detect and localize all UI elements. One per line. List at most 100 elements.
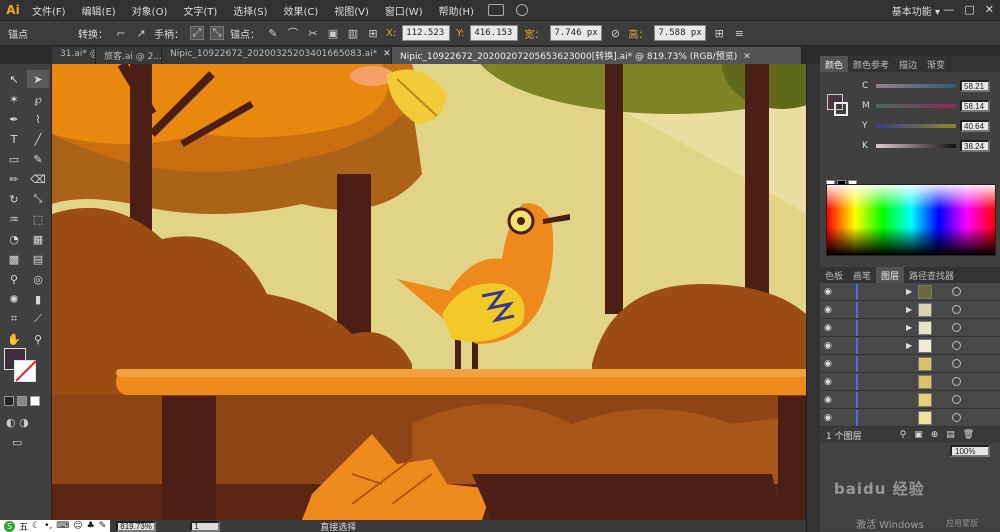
maximize-button[interactable]: □ (964, 3, 974, 16)
line-tool-icon[interactable]: ╱ (27, 130, 49, 148)
column-graph-tool-icon[interactable]: ▮ (27, 290, 49, 308)
layer-row[interactable]: ◉▶ (820, 301, 1000, 319)
slice-tool-icon[interactable]: ⟋ (27, 310, 49, 328)
width-field[interactable] (550, 25, 603, 41)
layer-target-icon[interactable] (952, 395, 962, 404)
convert-smooth-icon[interactable]: ↗ (134, 26, 148, 40)
perspective-grid-tool-icon[interactable]: ▦ (27, 230, 49, 248)
shape-builder-tool-icon[interactable]: ◔ (3, 230, 25, 248)
visibility-eye-icon[interactable]: ◉ (820, 323, 836, 333)
hide-handles-icon[interactable]: ⤡ (210, 26, 224, 40)
arrange-documents-icon[interactable] (487, 4, 504, 16)
artboard-number-field[interactable] (190, 520, 221, 532)
gradient-mode-icon[interactable] (17, 396, 27, 406)
color-mode-icon[interactable] (4, 396, 14, 406)
ime-shirt-icon[interactable]: ♣ (87, 521, 95, 531)
menu-select[interactable]: 选择(S) (225, 3, 275, 18)
visibility-eye-icon[interactable]: ◉ (820, 413, 836, 423)
panel-options-icon[interactable]: ≡ (732, 26, 746, 40)
align-icon[interactable]: ▥ (346, 26, 360, 40)
height-field[interactable] (654, 25, 707, 41)
ime-keyboard-icon[interactable]: ⌨ (56, 521, 69, 531)
layer-row[interactable]: ◉▶ (820, 283, 1000, 301)
visibility-eye-icon[interactable]: ◉ (820, 305, 836, 315)
magic-wand-tool-icon[interactable]: ✶ (3, 90, 25, 108)
ime-punct-icon[interactable]: •, (44, 521, 52, 531)
menu-edit[interactable]: 编辑(E) (74, 3, 124, 18)
cut-path-icon[interactable]: ✂ (306, 26, 320, 40)
make-clipping-mask-icon[interactable]: ▣ (914, 430, 923, 440)
expand-arrow-icon[interactable]: ▶ (906, 305, 912, 314)
free-transform-tool-icon[interactable]: ⬚ (27, 210, 49, 228)
c-slider[interactable] (876, 84, 956, 88)
expand-arrow-icon[interactable]: ▶ (906, 287, 912, 296)
remove-anchor-icon[interactable]: ✎ (266, 26, 280, 40)
menu-object[interactable]: 对象(O) (124, 3, 176, 18)
layer-row[interactable]: ◉▶ (820, 319, 1000, 337)
tab-stroke[interactable]: 描边 (894, 56, 922, 72)
scale-tool-icon[interactable]: ⤡ (27, 190, 49, 208)
opacity-field[interactable] (950, 445, 990, 457)
tab-swatches[interactable]: 色板 (820, 267, 848, 283)
layer-target-icon[interactable] (952, 305, 962, 314)
c-value[interactable] (960, 80, 990, 92)
k-slider[interactable] (876, 144, 956, 148)
artboard-tool-icon[interactable]: ⌗ (3, 310, 25, 328)
menu-type[interactable]: 文字(T) (175, 3, 225, 18)
menu-help[interactable]: 帮助(H) (431, 3, 482, 18)
eraser-tool-icon[interactable]: ⌫ (27, 170, 49, 188)
new-layer-icon[interactable]: ▤ (946, 430, 955, 440)
visibility-eye-icon[interactable]: ◉ (820, 341, 836, 351)
tab-doc-3[interactable]: Nipic_10922672_20200325203401665083.ai* ✕ (162, 47, 392, 64)
layer-row[interactable]: ◉▶ (820, 337, 1000, 355)
rotate-tool-icon[interactable]: ↻ (3, 190, 25, 208)
y-slider[interactable] (876, 124, 956, 128)
tab-color-guide[interactable]: 颜色参考 (848, 56, 894, 72)
expand-arrow-icon[interactable]: ▶ (906, 323, 912, 332)
y-field[interactable] (470, 25, 519, 41)
eyedropper-tool-icon[interactable]: ⚲ (3, 270, 25, 288)
gpu-performance-icon[interactable] (515, 4, 528, 16)
visibility-eye-icon[interactable]: ◉ (820, 395, 836, 405)
menu-file[interactable]: 文件(F) (24, 3, 74, 18)
menu-window[interactable]: 窗口(W) (377, 3, 431, 18)
m-value[interactable] (960, 100, 990, 112)
blend-tool-icon[interactable]: ◎ (27, 270, 49, 288)
ime-mode[interactable]: 五 (19, 520, 28, 532)
layer-target-icon[interactable] (952, 323, 962, 332)
layer-target-icon[interactable] (952, 359, 962, 368)
tab-doc-active[interactable]: Nipic_10922672_20200207205653623000[转换].… (392, 47, 802, 64)
close-button[interactable]: ✕ (985, 3, 994, 16)
locate-object-icon[interactable]: ⚲ (900, 430, 907, 440)
layer-target-icon[interactable] (952, 377, 962, 386)
curvature-tool-icon[interactable]: ⌇ (27, 110, 49, 128)
connect-anchor-icon[interactable]: ⌒ (286, 26, 300, 40)
ime-moon-icon[interactable]: ☾ (32, 521, 40, 531)
draw-mode-icon[interactable]: ◐ ◑ (6, 416, 29, 429)
layer-row[interactable]: ◉▶ (820, 373, 1000, 391)
artboard-canvas[interactable] (52, 64, 806, 520)
transform-icon[interactable]: ⊞ (366, 26, 380, 40)
layer-target-icon[interactable] (952, 287, 962, 296)
lasso-tool-icon[interactable]: ℘ (27, 90, 49, 108)
layer-target-icon[interactable] (952, 341, 962, 350)
expand-arrow-icon[interactable]: ▶ (906, 341, 912, 350)
type-tool-icon[interactable]: T (3, 130, 25, 148)
ime-tools-icon[interactable]: ✎ (99, 521, 107, 531)
mesh-tool-icon[interactable]: ▩ (3, 250, 25, 268)
stroke-swatch[interactable] (14, 360, 36, 382)
visibility-eye-icon[interactable]: ◉ (820, 377, 836, 387)
y-value[interactable] (960, 120, 990, 132)
menu-view[interactable]: 视图(V) (326, 3, 377, 18)
convert-corner-icon[interactable]: ⌐ (114, 26, 128, 40)
paintbrush-tool-icon[interactable]: ✎ (27, 150, 49, 168)
warp-tool-icon[interactable]: ♒ (3, 210, 25, 228)
k-value[interactable] (960, 140, 990, 152)
layer-row[interactable]: ◉▶ (820, 409, 1000, 427)
none-mode-icon[interactable] (30, 396, 40, 406)
show-handles-icon[interactable]: ⤢ (190, 26, 204, 40)
layer-row[interactable]: ◉▶ (820, 355, 1000, 373)
tab-pathfinder[interactable]: 路径查找器 (904, 267, 959, 283)
hand-tool-icon[interactable]: ✋ (3, 330, 25, 348)
m-slider[interactable] (876, 104, 956, 108)
